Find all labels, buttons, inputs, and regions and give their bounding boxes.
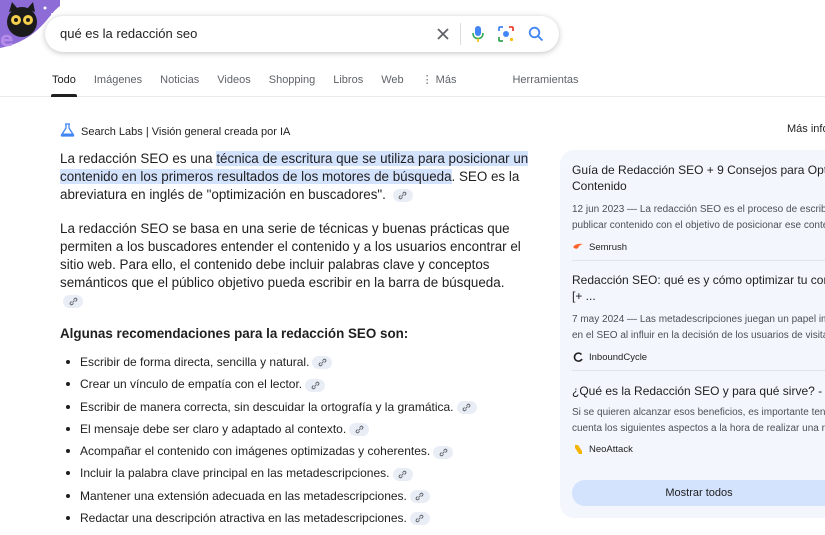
source-snippet: en el SEO al influir en la decisión de l… [572,330,825,341]
show-all-button[interactable]: Mostrar todos [572,480,825,506]
more-info-link[interactable]: Más info [787,123,825,135]
link-icon[interactable] [456,400,477,414]
source-title[interactable]: [+ ... [572,288,825,304]
list-item: Redactar una descripción atractiva en la… [60,507,530,529]
tab-libros[interactable]: Libros [333,73,363,97]
list-item: Incluir la palabra clave principal en la… [60,462,530,484]
microphone-icon[interactable] [467,23,489,45]
source-snippet: 12 jun 2023 — La redacción SEO es el pro… [572,204,825,215]
link-icon[interactable] [63,294,83,308]
tab-todo[interactable]: Todo [51,73,77,97]
link-icon[interactable] [349,423,370,437]
search-box[interactable]: qué es la redacción seo [45,16,559,52]
divider [572,260,825,261]
source-site[interactable]: Semrush [572,241,825,253]
source-snippet: Si se quieren alcanzar esos beneficios, … [572,407,825,418]
search-tabs: Todo Imágenes Noticias Videos Shopping L… [51,73,597,97]
link-icon[interactable] [409,490,430,504]
source-snippet: publicar contenido con el objetivo de po… [572,220,825,231]
ai-paragraph-1: La redacción SEO es una técnica de escri… [60,151,529,202]
svg-text:e: e [0,27,14,51]
tab-web[interactable]: Web [381,73,403,97]
source-title[interactable]: ¿Qué es la Redacción SEO y para qué sirv… [572,383,825,399]
search-input[interactable]: qué es la redacción seo [60,26,197,41]
list-item: El mensaje debe ser claro y adaptado al … [60,418,530,440]
ai-overview-header: Search Labs | Visión general creada por … [60,123,290,140]
link-icon[interactable] [409,512,430,526]
tab-imagenes[interactable]: Imágenes [94,73,142,97]
neoattack-icon [572,443,584,455]
source-snippet: 7 may 2024 — Las metadescripciones juega… [572,314,825,325]
link-icon[interactable] [392,188,413,202]
recommendations-heading: Algunas recomendaciones para la redacció… [60,326,409,341]
source-site[interactable]: InboundCycle [572,351,825,363]
tab-videos[interactable]: Videos [217,73,250,97]
link-icon[interactable] [312,356,333,370]
divider [572,370,825,371]
ai-overview-body: La redacción SEO es una técnica de escri… [60,150,530,529]
tab-herramientas[interactable]: Herramientas [512,73,578,97]
source-title[interactable]: Redacción SEO: qué es y cómo optimizar t… [572,272,825,288]
link-icon[interactable] [305,378,326,392]
source-card[interactable]: Redacción SEO: qué es y cómo optimizar t… [572,272,825,363]
search-icon[interactable] [525,23,547,45]
source-title[interactable]: Contenido [572,178,825,194]
tab-mas[interactable]: ⋮ Más [422,73,457,97]
list-item: Acompañar el contenido con imágenes opti… [60,440,530,462]
flask-icon [60,123,75,140]
list-item: Crear un vínculo de empatía con el lecto… [60,373,530,395]
lens-icon[interactable] [495,23,517,45]
recommendations-list: Escribir de forma directa, sencilla y na… [60,351,530,529]
list-item: Escribir de forma directa, sencilla y na… [60,351,530,373]
ai-paragraph-2: La redacción SEO se basa en una serie de… [60,220,530,310]
link-icon[interactable] [392,467,413,481]
tab-noticias[interactable]: Noticias [160,73,199,97]
source-title[interactable]: Guía de Redacción SEO + 9 Consejos para … [572,162,825,178]
source-card[interactable]: Guía de Redacción SEO + 9 Consejos para … [572,162,825,253]
inboundcycle-icon [572,351,584,363]
tab-shopping[interactable]: Shopping [269,73,316,97]
list-item: Escribir de manera correcta, sin descuid… [60,396,530,418]
sources-panel: Guía de Redacción SEO + 9 Consejos para … [560,150,825,518]
list-item: Mantener una extensión adecuada en las m… [60,485,530,507]
search-divider [460,23,461,45]
header: e qué es la redacción seo Todo Imágenes … [0,0,825,97]
ai-overview-label: Search Labs | Visión general creada por … [81,125,291,138]
source-snippet: cuenta los siguientes aspectos a la hora… [572,423,825,434]
semrush-icon [572,241,584,253]
clear-icon[interactable] [432,23,454,45]
link-icon[interactable] [433,445,454,459]
source-card[interactable]: ¿Qué es la Redacción SEO y para qué sirv… [572,383,825,455]
source-site[interactable]: NeoAttack [572,443,825,455]
